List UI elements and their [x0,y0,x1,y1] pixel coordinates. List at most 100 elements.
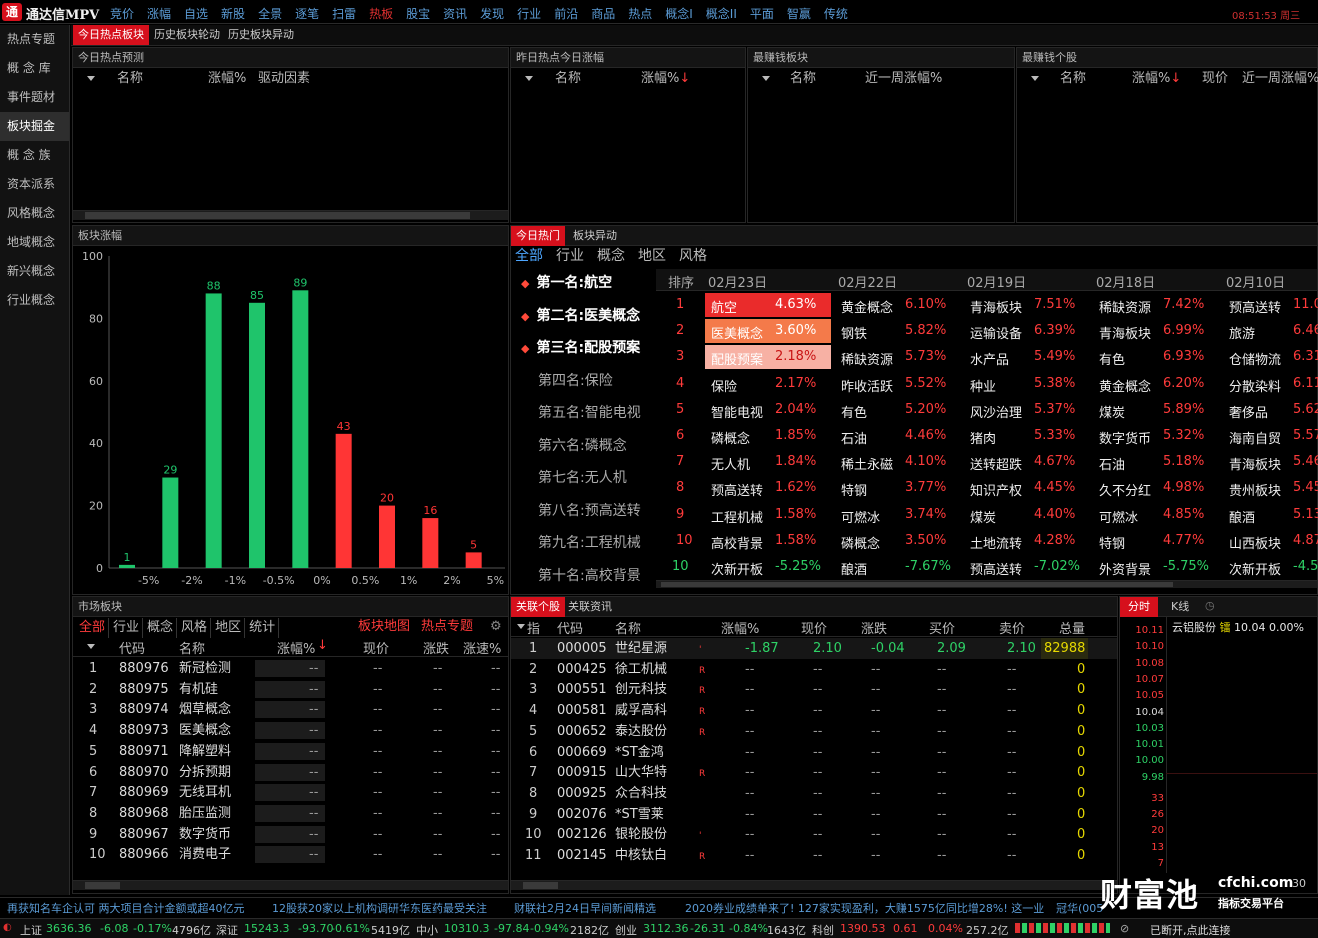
hot-cell[interactable]: 有色 6.93% [1093,345,1219,369]
sidebar-item[interactable]: 概 念 库 [0,54,69,83]
hot-cell[interactable]: 昨收活跃 5.52% [835,372,961,396]
menu-item[interactable]: 逐笔 [295,5,319,22]
hot-subtab[interactable]: 风格 [679,246,707,266]
stock-row[interactable]: 9 002076 *ST雪莱 -- -- -- -- -- 0 [511,804,1117,825]
stock-row[interactable]: 10 002126 银轮股份 ' -- -- -- -- -- 0 [511,824,1117,845]
hot-cell[interactable]: 预高送转 1.62% [705,476,831,500]
hot-cell[interactable]: 送转超跌 4.67% [964,450,1090,474]
hot-cell[interactable]: 智能电视 2.04% [705,398,831,422]
stock-row[interactable]: 4 000581 威孚高科 R -- -- -- -- -- 0 [511,700,1117,721]
sidebar-item[interactable]: 事件题材 [0,83,69,112]
col-driver[interactable]: 驱动因素 [258,68,310,90]
rank-item[interactable]: 第八名:预高送转 [521,496,641,526]
market-col-header[interactable]: 涨跌 [423,638,449,657]
hot-cell[interactable]: 数字货币 5.32% [1093,424,1219,448]
dropdown-icon[interactable] [87,76,95,81]
menu-item[interactable]: 股宝 [406,5,430,22]
hot-col-header[interactable]: 排序 [668,272,694,291]
rank-item[interactable]: 第六名:磷概念 [521,431,627,461]
stock-row[interactable]: 1 000005 世纪星源 ' -1.87 2.10 -0.04 2.09 2.10 82988 [511,638,1117,659]
stock-col-header[interactable]: 代码 [557,618,583,637]
market-row[interactable]: 10 880966 消费电子 -- -- -- -- [73,844,508,865]
tab-today-hot-sectors[interactable]: 今日热门 [511,226,565,246]
stock-col-header[interactable]: 涨幅% [721,618,759,637]
menu-item[interactable]: 自选 [184,5,208,22]
rank-item[interactable]: 第七名:无人机 [521,463,627,493]
col-name[interactable]: 名称 [555,68,581,90]
tab-today-hot[interactable]: 今日热点板块 [73,25,149,45]
hot-cell[interactable]: 山西板块 4.87 [1223,529,1318,553]
tab-sector-anomaly[interactable]: 板块异动 [568,226,622,246]
menu-item[interactable]: 涨幅 [147,5,171,22]
hot-cell[interactable]: 无人机 1.84% [705,450,831,474]
hot-cell[interactable]: 青海板块 5.46 [1223,450,1318,474]
hot-cell[interactable]: 煤炭 4.40% [964,503,1090,527]
hot-subtab[interactable]: 全部 [515,246,543,266]
sidebar-item[interactable]: 热点专题 [0,25,69,54]
tab-history-rotation[interactable]: 历史板块轮动 [149,25,225,45]
rank-item[interactable]: 第十名:高校背景 [521,561,641,591]
market-row[interactable]: 3 880974 烟草概念 -- -- -- -- [73,699,508,720]
market-row[interactable]: 5 880971 降解塑料 -- -- -- -- [73,741,508,762]
market-col-header[interactable]: 涨速% [463,638,501,657]
news-item[interactable]: 财联社2月24日早间新闻精选 [514,900,656,916]
sidebar-item[interactable]: 地域概念 [0,228,69,257]
hot-cell[interactable]: 医美概念 3.60% [705,319,831,344]
h-scrollbar[interactable] [656,580,1317,588]
tab-related-stocks[interactable]: 关联个股 [511,597,565,617]
rank-item[interactable]: ◆ 第三名:配股预案 [521,333,640,363]
market-tab[interactable]: 统计 [246,618,280,638]
h-scrollbar[interactable] [73,880,508,890]
hot-cell[interactable]: 久不分红 4.98% [1093,476,1219,500]
sidebar-item[interactable]: 板块掘金 [0,112,69,141]
menu-item[interactable]: 热板 [369,5,393,22]
hot-cell[interactable]: 运输设备 6.39% [964,319,1090,343]
hot-subtab[interactable]: 行业 [556,246,584,266]
hot-cell[interactable]: 有色 5.20% [835,398,961,422]
hot-cell[interactable]: 仓储物流 6.31 [1223,345,1318,369]
hot-cell[interactable]: 青海板块 7.51% [964,293,1090,317]
hot-cell[interactable]: 钢铁 5.82% [835,319,961,343]
hot-cell[interactable]: 青海板块 6.99% [1093,319,1219,343]
connection-icon[interactable]: ⊘ [1120,922,1129,935]
col-pct[interactable]: 涨幅% [208,68,246,90]
hot-cell[interactable]: 外资背景 -5.75% [1093,555,1219,579]
col-week-pct[interactable]: 近一周涨幅% [865,68,942,90]
hot-cell[interactable]: 猪肉 5.33% [964,424,1090,448]
tab-intraday[interactable]: 分时 [1120,597,1158,617]
rank-item[interactable]: ◆ 第二名:医美概念 [521,301,640,331]
link-hot-topics[interactable]: 热点专题 [421,617,473,637]
hot-cell[interactable]: 酿酒 -7.67% [835,555,961,579]
link-sector-map[interactable]: 板块地图 [358,617,410,637]
sidebar-item[interactable]: 概 念 族 [0,141,69,170]
hot-cell[interactable]: 稀土永磁 4.10% [835,450,961,474]
tab-history-anomaly[interactable]: 历史板块异动 [223,25,299,45]
hot-cell[interactable]: 奢侈品 5.62 [1223,398,1318,422]
menu-item[interactable]: 概念I [665,5,693,22]
market-tab[interactable]: 全部 [76,618,110,638]
menu-item[interactable]: 热点 [628,5,652,22]
sidebar-item[interactable]: 风格概念 [0,199,69,228]
hot-cell[interactable]: 可燃冰 4.85% [1093,503,1219,527]
market-col-header[interactable]: 代码 [119,638,145,657]
hot-cell[interactable]: 酿酒 5.13 [1223,503,1318,527]
col-week-pct[interactable]: 近一周涨幅% [1242,68,1318,90]
market-col-header[interactable]: 涨幅% [277,638,315,657]
hot-cell[interactable]: 可燃冰 3.74% [835,503,961,527]
stock-row[interactable]: 8 000925 众合科技 -- -- -- -- -- 0 [511,783,1117,804]
hot-cell[interactable]: 配股预案 2.18% [705,345,831,370]
menu-item[interactable]: 全景 [258,5,282,22]
rank-item[interactable]: 第五名:智能电视 [521,398,641,428]
hot-cell[interactable]: 特钢 3.77% [835,476,961,500]
rank-item[interactable]: 第九名:工程机械 [521,528,641,558]
menu-item[interactable]: 概念II [706,5,737,22]
col-pct[interactable]: 涨幅%↓ [1132,68,1181,90]
stock-col-header[interactable]: 卖价 [999,618,1025,637]
hot-col-header[interactable]: 02月10日 [1226,272,1285,291]
dropdown-icon[interactable] [87,644,95,649]
stock-col-header[interactable]: 涨跌 [861,618,887,637]
stock-row[interactable]: 3 000551 创元科技 R -- -- -- -- -- 0 [511,679,1117,700]
col-price[interactable]: 现价 [1202,68,1228,90]
rank-item[interactable]: ◆ 第一名:航空 [521,268,612,298]
dropdown-icon[interactable] [1031,76,1039,81]
